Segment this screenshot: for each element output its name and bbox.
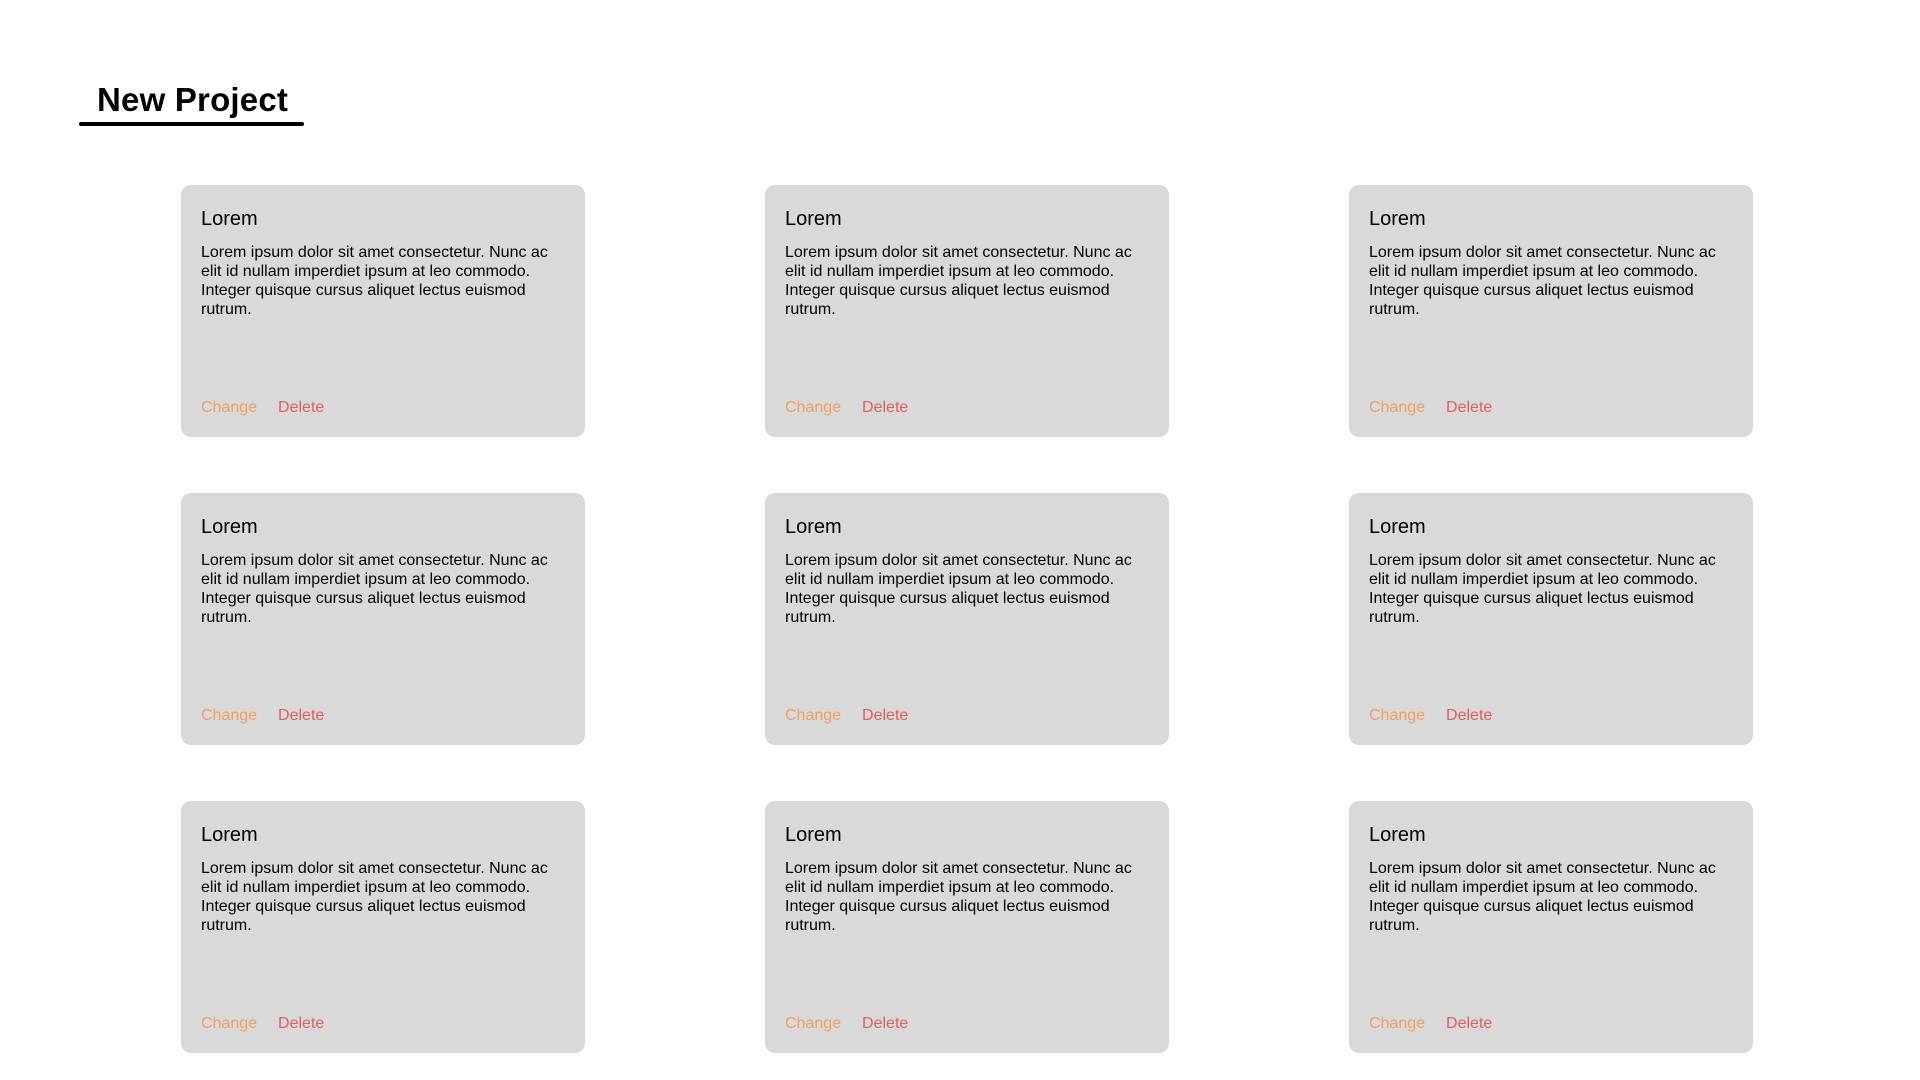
card-title: Lorem [1369,208,1426,230]
page-header: New Project [79,78,304,126]
card-description: Lorem ipsum dolor sit amet consectetur. … [1369,860,1716,934]
delete-button[interactable]: Delete [1446,398,1492,418]
card-description: Lorem ipsum dolor sit amet consectetur. … [785,552,1132,626]
delete-button[interactable]: Delete [1446,1014,1492,1034]
title-underline [79,122,304,126]
project-card: Lorem Lorem ipsum dolor sit amet consect… [181,493,585,745]
card-title: Lorem [201,824,258,846]
card-description: Lorem ipsum dolor sit amet consectetur. … [785,244,1132,318]
card-actions: Change Delete [1369,1014,1492,1034]
delete-button[interactable]: Delete [278,1014,324,1034]
project-card: Lorem Lorem ipsum dolor sit amet consect… [181,801,585,1053]
change-button[interactable]: Change [1369,706,1425,726]
card-actions: Change Delete [201,1014,324,1034]
project-card: Lorem Lorem ipsum dolor sit amet consect… [765,185,1169,437]
delete-button[interactable]: Delete [862,398,908,418]
page-title: New Project [97,81,289,118]
card-title: Lorem [785,208,842,230]
change-button[interactable]: Change [201,706,257,726]
card-description: Lorem ipsum dolor sit amet consectetur. … [201,552,548,626]
card-actions: Change Delete [1369,706,1492,726]
project-card-grid: Lorem Lorem ipsum dolor sit amet consect… [181,185,1753,1053]
card-title: Lorem [785,516,842,538]
project-card: Lorem Lorem ipsum dolor sit amet consect… [765,493,1169,745]
card-description: Lorem ipsum dolor sit amet consectetur. … [201,860,548,934]
card-actions: Change Delete [201,706,324,726]
card-title: Lorem [1369,516,1426,538]
change-button[interactable]: Change [785,1014,841,1034]
project-card: Lorem Lorem ipsum dolor sit amet consect… [765,801,1169,1053]
card-description: Lorem ipsum dolor sit amet consectetur. … [785,860,1132,934]
card-title: Lorem [1369,824,1426,846]
card-actions: Change Delete [785,398,908,418]
project-card: Lorem Lorem ipsum dolor sit amet consect… [181,185,585,437]
delete-button[interactable]: Delete [278,398,324,418]
delete-button[interactable]: Delete [278,706,324,726]
card-actions: Change Delete [201,398,324,418]
delete-button[interactable]: Delete [862,706,908,726]
change-button[interactable]: Change [201,1014,257,1034]
card-description: Lorem ipsum dolor sit amet consectetur. … [1369,552,1716,626]
change-button[interactable]: Change [785,706,841,726]
card-title: Lorem [785,824,842,846]
project-card: Lorem Lorem ipsum dolor sit amet consect… [1349,801,1753,1053]
card-actions: Change Delete [785,1014,908,1034]
card-actions: Change Delete [785,706,908,726]
change-button[interactable]: Change [1369,398,1425,418]
change-button[interactable]: Change [1369,1014,1425,1034]
card-description: Lorem ipsum dolor sit amet consectetur. … [201,244,548,318]
card-title: Lorem [201,208,258,230]
project-card: Lorem Lorem ipsum dolor sit amet consect… [1349,493,1753,745]
card-actions: Change Delete [1369,398,1492,418]
card-description: Lorem ipsum dolor sit amet consectetur. … [1369,244,1716,318]
card-title: Lorem [201,516,258,538]
project-card: Lorem Lorem ipsum dolor sit amet consect… [1349,185,1753,437]
delete-button[interactable]: Delete [862,1014,908,1034]
change-button[interactable]: Change [785,398,841,418]
change-button[interactable]: Change [201,398,257,418]
delete-button[interactable]: Delete [1446,706,1492,726]
